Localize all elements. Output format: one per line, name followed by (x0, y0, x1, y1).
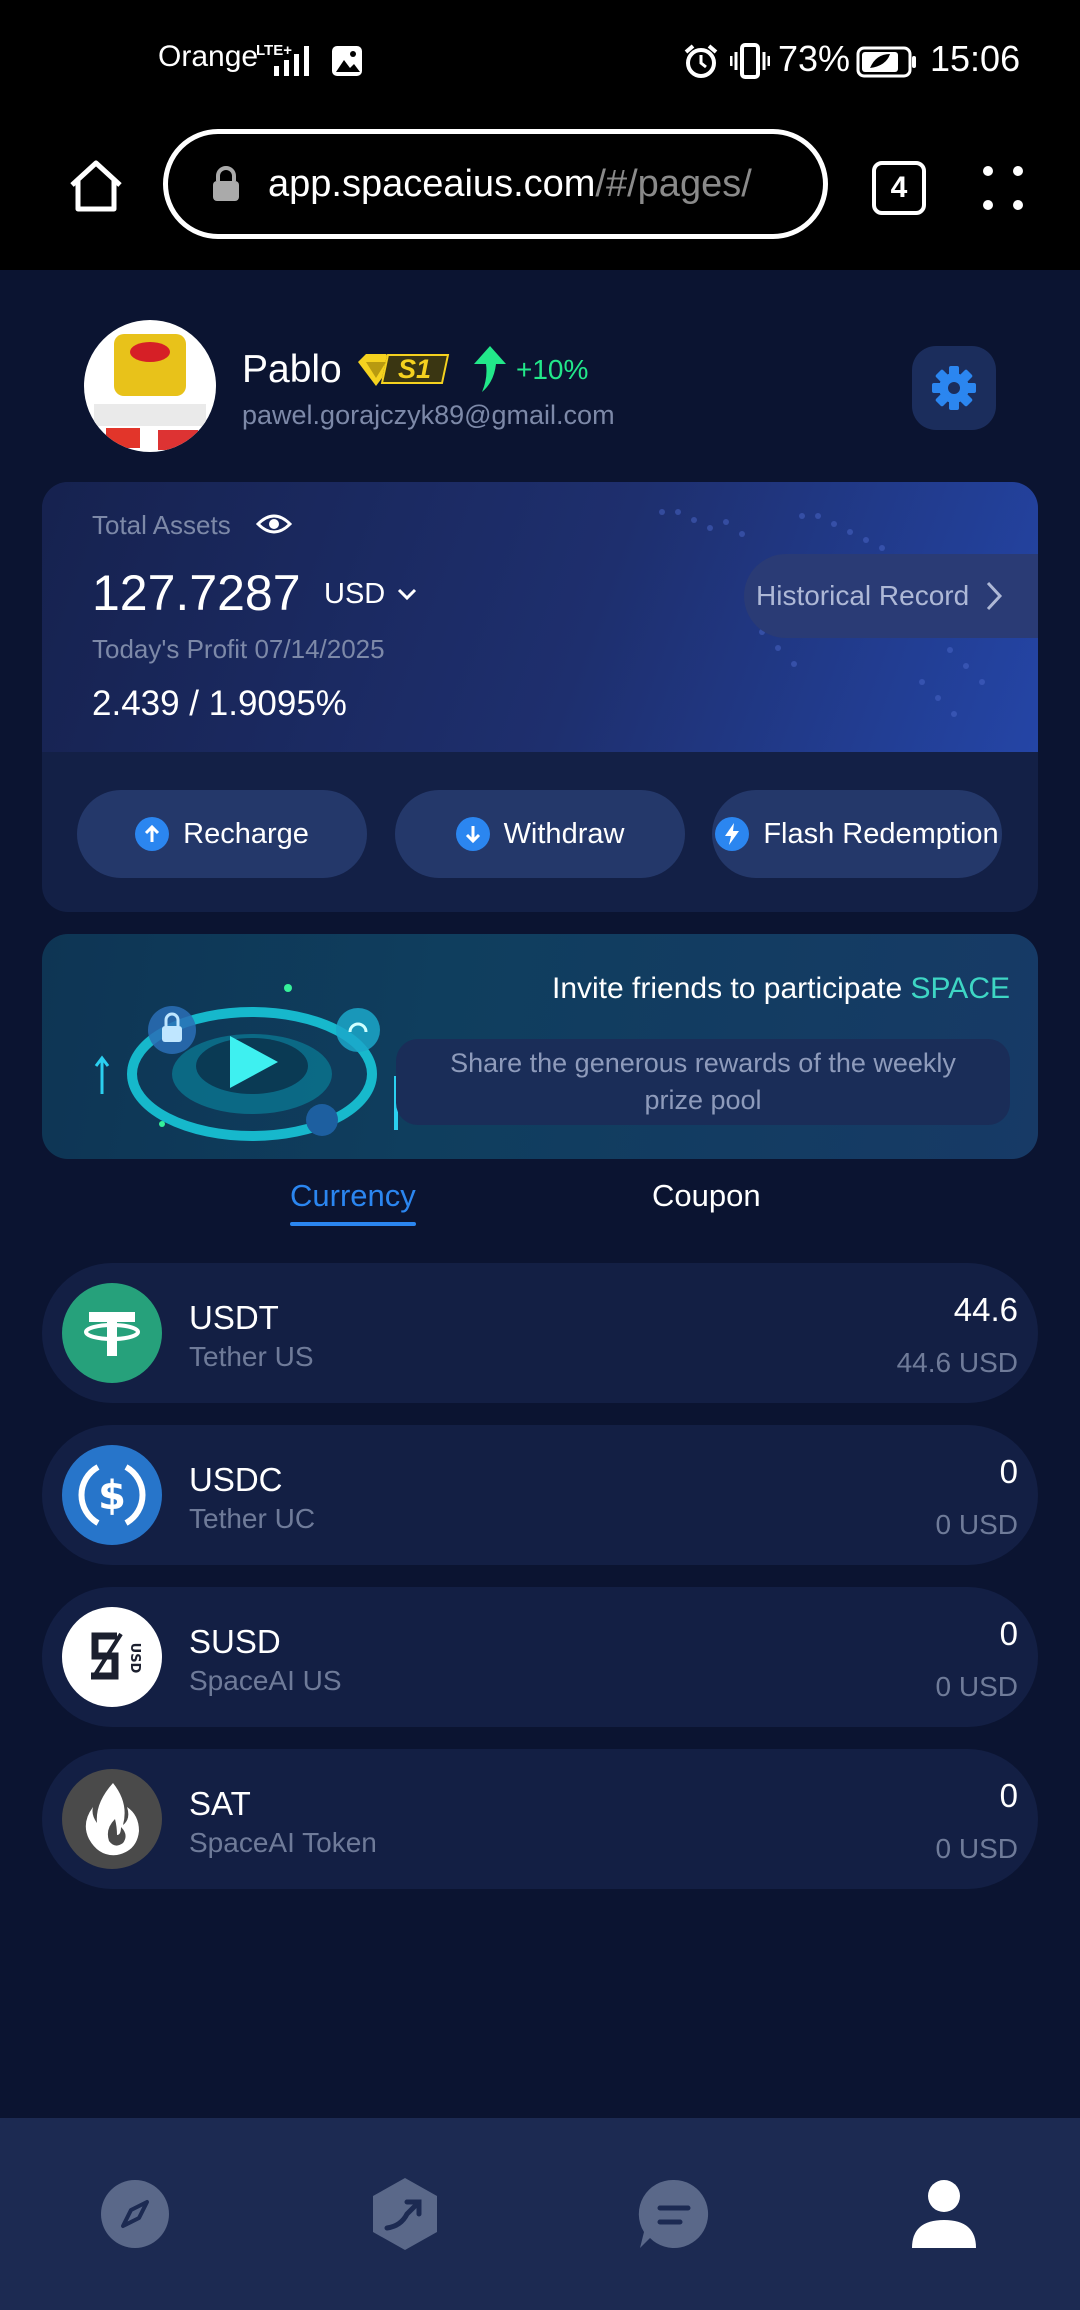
lightning-icon (715, 817, 750, 851)
flash-redemption-button[interactable]: Flash Redemption (712, 790, 1002, 878)
recharge-button[interactable]: Recharge (77, 790, 367, 878)
tab-count-button[interactable]: 4 (872, 161, 926, 215)
withdraw-button[interactable]: Withdraw (395, 790, 685, 878)
level-badge: S1 (354, 352, 450, 388)
svg-text:$: $ (98, 1473, 126, 1519)
profile-icon (912, 2180, 976, 2248)
tab-currency[interactable]: Currency (290, 1178, 416, 1214)
url-host: app.spaceaius.com (268, 162, 596, 205)
historical-record-label: Historical Record (756, 580, 970, 611)
usdc-icon: $ (62, 1445, 162, 1545)
invite-highlight: SPACE (910, 972, 1010, 1005)
coin-amount: 0 (999, 1615, 1018, 1652)
arrow-up-circle-icon (135, 817, 170, 851)
bottom-navigation (0, 2118, 1080, 2310)
compass-icon (101, 2180, 169, 2248)
recharge-label: Recharge (183, 817, 309, 850)
svg-text:USD: USD (127, 1643, 142, 1674)
todays-profit-label: Today's Profit 07/14/2025 (92, 634, 385, 664)
user-email: pawel.gorajczyk89@gmail.com (242, 400, 615, 430)
assets-summary: Total Assets 127.7287 USD Historical Rec… (42, 482, 1038, 752)
flash-redemption-label: Flash Redemption (763, 817, 999, 850)
assets-card: Total Assets 127.7287 USD Historical Rec… (42, 482, 1038, 912)
withdraw-label: Withdraw (503, 817, 625, 850)
coin-amount: 0 (999, 1777, 1018, 1814)
total-assets-label: Total Assets (92, 510, 231, 540)
coin-symbol: USDT (189, 1299, 279, 1336)
gear-icon (932, 366, 976, 410)
lock-icon (213, 166, 239, 201)
coin-row-usdc[interactable]: $ USDC Tether UC 0 0 USD (42, 1425, 1038, 1565)
coin-row-susd[interactable]: USD SUSD SpaceAI US 0 0 USD (42, 1587, 1038, 1727)
chevron-right-icon (987, 581, 1003, 611)
coin-row-usdt[interactable]: USDT Tether US 44.6 44.6 USD (42, 1263, 1038, 1403)
level-label: S1 (398, 354, 432, 384)
coin-name: SpaceAI US (189, 1665, 342, 1696)
coin-value: 0 USD (935, 1671, 1018, 1702)
signal-icon (274, 46, 309, 76)
trend-icon (373, 2178, 437, 2250)
coin-name: Tether US (189, 1341, 314, 1372)
susd-icon: USD (62, 1607, 162, 1707)
coin-value: 0 USD (935, 1509, 1018, 1540)
status-bar: Orange LTE+ 73% 15:06 (0, 0, 1080, 125)
tab-coupon[interactable]: Coupon (652, 1178, 761, 1214)
coin-row-sat[interactable]: SAT SpaceAI Token 0 0 USD (42, 1749, 1038, 1889)
todays-profit-value: 2.439 / 1.9095% (92, 684, 347, 723)
carrier-label: Orange (158, 40, 259, 73)
coin-name: SpaceAI Token (189, 1827, 377, 1858)
invite-title: Invite friends to participate SPACE (552, 972, 1010, 1006)
invite-banner[interactable]: Invite friends to participate SPACE Shar… (42, 934, 1038, 1159)
play-platform-illustration (94, 984, 398, 1141)
browser-toolbar: app.spaceaius.com /#/pages/ 4 (0, 125, 1080, 270)
vibrate-icon (730, 43, 770, 79)
invite-title-text: Invite friends to participate (551, 972, 903, 1005)
invite-subtitle: Share the generous rewards of the weekly… (450, 1048, 956, 1115)
arrow-up-icon (474, 346, 506, 392)
avatar[interactable] (84, 320, 216, 452)
coin-value: 44.6 USD (896, 1347, 1018, 1378)
coin-symbol: SAT (189, 1785, 251, 1822)
currency-selector[interactable]: USD (324, 578, 417, 611)
chevron-down-icon (398, 588, 417, 600)
clock: 15:06 (930, 38, 1021, 79)
battery-icon (856, 46, 916, 78)
settings-button[interactable] (912, 346, 996, 430)
user-name: Pablo (242, 348, 342, 391)
coin-name: Tether UC (189, 1503, 316, 1534)
nav-profile[interactable] (906, 2176, 982, 2252)
tether-icon (62, 1283, 162, 1383)
url-path: /#/pages/ (595, 162, 752, 205)
historical-record-button[interactable]: Historical Record (744, 554, 1038, 638)
eye-icon[interactable] (256, 510, 292, 538)
total-assets-value: 127.7287 (92, 565, 301, 621)
nav-messages[interactable] (636, 2176, 712, 2252)
arrow-down-circle-icon (455, 817, 490, 851)
gallery-icon (332, 46, 362, 76)
invite-subtitle-box: Share the generous rewards of the weekly… (396, 1039, 1010, 1125)
coin-symbol: SUSD (189, 1623, 281, 1660)
coin-amount: 0 (999, 1453, 1018, 1490)
currency-label: USD (324, 578, 386, 610)
home-icon[interactable] (66, 155, 126, 215)
battery-percent: 73% (778, 38, 851, 79)
alarm-icon (684, 44, 718, 78)
app-content: Pablo S1 +10% pawel.gorajczyk89@gmail.co… (0, 270, 1080, 2118)
chat-icon (638, 2179, 709, 2248)
nav-discover[interactable] (97, 2176, 173, 2252)
coin-amount: 44.6 (953, 1291, 1018, 1328)
coin-value: 0 USD (935, 1833, 1018, 1864)
address-bar[interactable]: app.spaceaius.com /#/pages/ (163, 129, 828, 239)
tab-indicator (290, 1222, 416, 1226)
tab-count: 4 (890, 171, 908, 204)
more-menu-icon[interactable] (980, 163, 1026, 213)
flame-icon (62, 1769, 162, 1869)
coin-symbol: USDC (189, 1461, 283, 1498)
nav-market[interactable] (367, 2176, 443, 2252)
bonus-rate: +10% (516, 354, 589, 385)
